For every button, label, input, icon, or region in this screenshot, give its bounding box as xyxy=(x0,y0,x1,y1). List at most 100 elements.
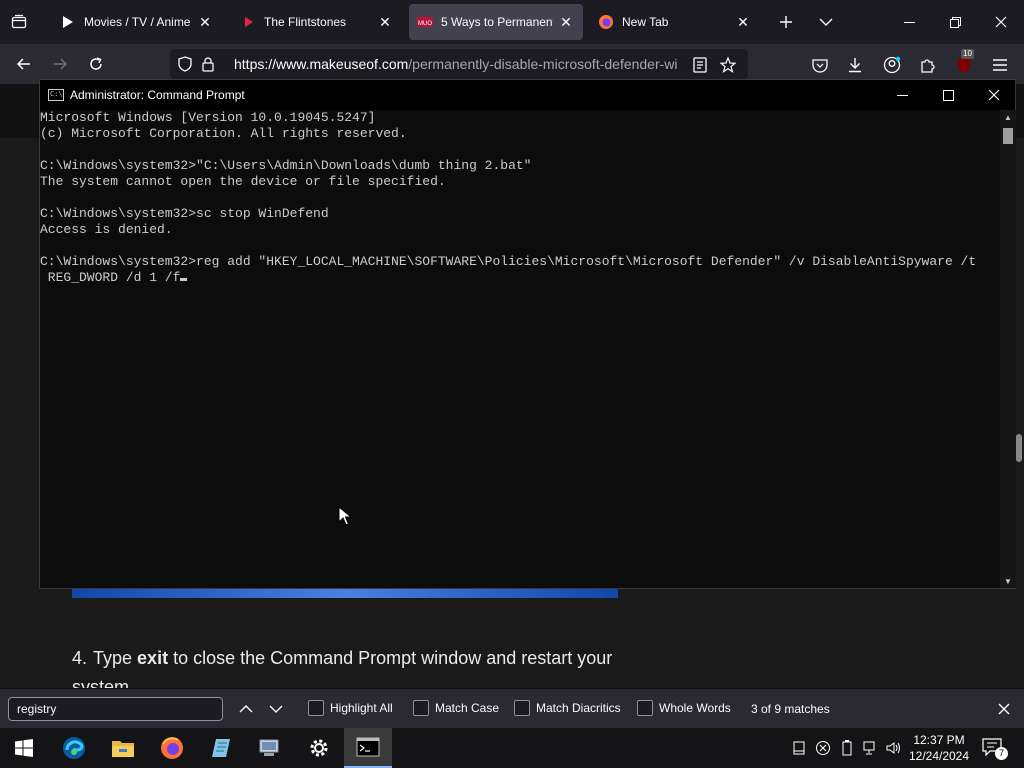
console-line: C:\Windows\system32>reg add "HKEY_LOCAL_… xyxy=(40,254,977,269)
plus-icon xyxy=(780,16,792,28)
taskbar-command-prompt[interactable] xyxy=(344,728,392,768)
tab-title: 5 Ways to Permanently xyxy=(441,15,553,29)
tab-flintstones[interactable]: The Flintstones ✕ xyxy=(232,4,402,40)
tab-overview-button[interactable] xyxy=(8,12,30,32)
taskbar-remote-desktop[interactable] xyxy=(246,728,294,768)
close-window-button[interactable] xyxy=(978,4,1024,40)
reader-view-button[interactable] xyxy=(689,54,711,76)
console-output[interactable]: Microsoft Windows [Version 10.0.19045.52… xyxy=(40,110,1000,588)
taskbar-notepad[interactable] xyxy=(197,728,245,768)
find-input[interactable] xyxy=(8,697,223,721)
close-tab-icon[interactable]: ✕ xyxy=(376,13,394,31)
bookmark-star-button[interactable] xyxy=(717,54,739,76)
checkbox-box[interactable] xyxy=(637,700,653,716)
reload-icon xyxy=(90,57,102,70)
puzzle-icon xyxy=(921,59,935,73)
close-tab-icon[interactable]: ✕ xyxy=(557,13,575,31)
whole-words-checkbox[interactable]: Whole Words xyxy=(637,700,731,716)
tray-network-icon[interactable] xyxy=(861,738,881,758)
maximize-icon xyxy=(942,89,954,101)
tray-battery-icon[interactable] xyxy=(837,738,857,758)
shield-icon[interactable] xyxy=(178,56,198,72)
checkbox-box[interactable] xyxy=(413,700,429,716)
menu-button[interactable] xyxy=(988,53,1012,77)
console-line: C:\Windows\system32>"C:\Users\Admin\Down… xyxy=(40,158,532,173)
scroll-up-icon[interactable]: ▲ xyxy=(1000,110,1016,124)
tab-title: The Flintstones xyxy=(264,15,347,29)
match-diacritics-checkbox[interactable]: Match Diacritics xyxy=(514,700,621,716)
taskbar-clock[interactable]: 12:37 PM 12/24/2024 xyxy=(903,732,975,764)
find-close-button[interactable] xyxy=(992,697,1016,721)
cmd-maximize-button[interactable] xyxy=(925,80,971,110)
step-text-post: to close the Command Prompt window and r… xyxy=(168,648,613,668)
notifications-button[interactable]: 7 xyxy=(982,738,1008,760)
command-prompt-window: C:\ Administrator: Command Prompt Micros… xyxy=(39,79,1016,589)
checkbox-box[interactable] xyxy=(514,700,530,716)
folder-icon xyxy=(112,741,134,757)
back-button[interactable] xyxy=(12,52,36,76)
address-bar[interactable]: https://www.makeuseof.com/permanently-di… xyxy=(170,49,748,79)
muo-icon: MUO xyxy=(417,14,433,30)
close-tab-icon[interactable]: ✕ xyxy=(734,13,752,31)
tab-new-tab[interactable]: New Tab ✕ xyxy=(590,4,760,40)
highlight-all-checkbox[interactable]: Highlight All xyxy=(308,700,393,716)
text-cursor xyxy=(180,278,188,281)
cmd-titlebar[interactable]: C:\ Administrator: Command Prompt xyxy=(40,80,1015,110)
taskbar-settings[interactable] xyxy=(295,728,343,768)
extension-badge: 10 xyxy=(961,49,974,59)
taskbar-firefox[interactable] xyxy=(148,728,196,768)
taskbar-edge[interactable] xyxy=(50,728,98,768)
cmd-scrollbar-thumb[interactable] xyxy=(1003,128,1013,144)
new-tab-button[interactable] xyxy=(774,11,798,33)
find-previous-button[interactable] xyxy=(234,697,258,721)
taskbar-file-explorer[interactable] xyxy=(99,728,147,768)
tab-movies[interactable]: Movies / TV / Anime - F ✕ xyxy=(52,4,222,40)
chevron-down-icon xyxy=(269,705,283,713)
ublock-extension-button[interactable]: 10 xyxy=(952,49,976,77)
tray-volume-icon[interactable] xyxy=(884,738,904,758)
lock-icon[interactable] xyxy=(198,56,222,72)
match-case-checkbox[interactable]: Match Case xyxy=(413,700,499,716)
reload-button[interactable] xyxy=(84,52,108,76)
account-button[interactable] xyxy=(880,53,904,77)
cmd-scrollbar[interactable]: ▲ ▼ xyxy=(1000,110,1016,588)
checkbox-box[interactable] xyxy=(308,700,324,716)
console-line: C:\Windows\system32>sc stop WinDefend xyxy=(40,206,329,221)
restore-button[interactable] xyxy=(932,4,978,40)
url-text[interactable]: https://www.makeuseof.com/permanently-di… xyxy=(234,56,678,72)
tab-5-ways[interactable]: MUO 5 Ways to Permanently ✕ xyxy=(409,4,583,40)
youtube-icon xyxy=(240,14,256,30)
extensions-button[interactable] xyxy=(916,53,940,77)
chevron-down-icon xyxy=(819,18,833,26)
downloads-button[interactable] xyxy=(843,53,867,77)
chevron-up-icon xyxy=(239,705,253,713)
cmd-minimize-button[interactable] xyxy=(879,80,925,110)
edge-icon xyxy=(63,737,85,759)
match-case-label: Match Case xyxy=(435,701,500,715)
forward-button[interactable] xyxy=(48,52,72,76)
list-all-tabs-button[interactable] xyxy=(814,11,838,33)
page-scrollbar-thumb[interactable] xyxy=(1016,434,1022,462)
start-button[interactable] xyxy=(0,728,48,768)
match-diacritics-label: Match Diacritics xyxy=(536,701,621,715)
tray-tablet-icon[interactable] xyxy=(789,738,809,758)
cmd-title: Administrator: Command Prompt xyxy=(70,88,245,102)
find-next-button[interactable] xyxy=(264,697,288,721)
scroll-down-icon[interactable]: ▼ xyxy=(1000,574,1016,588)
gear-icon xyxy=(310,739,328,757)
play-icon xyxy=(60,14,76,30)
svg-text:MUO: MUO xyxy=(418,21,432,27)
pocket-button[interactable] xyxy=(808,53,832,77)
tray-vpn-icon[interactable] xyxy=(813,738,833,758)
console-line: The system cannot open the device or fil… xyxy=(40,174,446,189)
arrow-right-icon xyxy=(54,58,68,70)
console-input-line[interactable]: REG_DWORD /d 1 /f xyxy=(40,270,1000,286)
whole-words-label: Whole Words xyxy=(659,701,731,715)
arrow-left-icon xyxy=(16,58,30,70)
minimize-button[interactable] xyxy=(886,4,932,40)
close-tab-icon[interactable]: ✕ xyxy=(196,13,214,31)
cmd-close-button[interactable] xyxy=(971,80,1017,110)
